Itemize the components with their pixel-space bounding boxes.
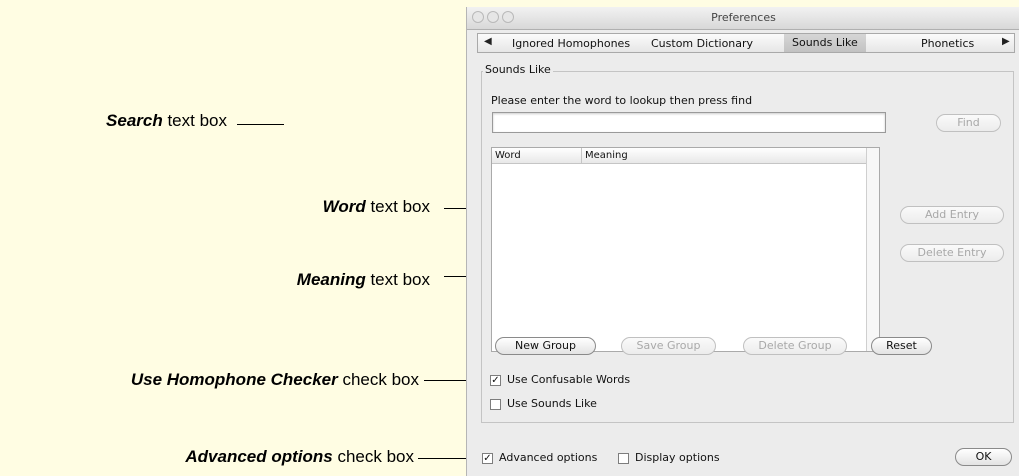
display-options-label: Display options bbox=[635, 451, 720, 464]
tab-sounds-like[interactable]: Sounds Like bbox=[784, 34, 866, 52]
callout-word-bold: Word bbox=[322, 197, 366, 216]
reset-button[interactable]: Reset bbox=[871, 337, 932, 355]
callout-search: Search text box bbox=[106, 111, 227, 131]
column-word[interactable]: Word bbox=[492, 148, 582, 163]
leader-search bbox=[237, 124, 284, 125]
callout-search-rest: text box bbox=[162, 111, 227, 130]
tab-ignored-homophones[interactable]: Ignored Homophones bbox=[512, 37, 630, 50]
callout-word: Word text box bbox=[323, 197, 430, 217]
use-sounds-like-checkbox[interactable] bbox=[490, 399, 501, 410]
sounds-like-table[interactable]: Word Meaning bbox=[491, 147, 880, 352]
ok-button[interactable]: OK bbox=[955, 448, 1012, 466]
callout-homophone-bold: Use Homophone Checker bbox=[130, 370, 338, 389]
sounds-like-group-title: Sounds Like bbox=[483, 63, 553, 76]
callout-advanced: Advanced options check box bbox=[185, 447, 414, 467]
table-header: Word Meaning bbox=[492, 148, 867, 164]
table-scrollbar[interactable] bbox=[866, 148, 879, 351]
lookup-prompt: Please enter the word to lookup then pre… bbox=[491, 94, 753, 107]
callout-advanced-rest: check box bbox=[332, 447, 414, 466]
advanced-options-label: Advanced options bbox=[499, 451, 598, 464]
column-meaning[interactable]: Meaning bbox=[581, 148, 865, 163]
find-button[interactable]: Find bbox=[936, 114, 1001, 132]
add-entry-button[interactable]: Add Entry bbox=[900, 206, 1004, 224]
callout-meaning-rest: text box bbox=[365, 270, 430, 289]
search-input[interactable] bbox=[492, 112, 886, 133]
callout-meaning: Meaning text box bbox=[297, 270, 430, 290]
titlebar: Preferences bbox=[467, 7, 1019, 30]
tab-scroll-left-icon[interactable]: ◀ bbox=[484, 36, 492, 47]
use-confusable-words-label: Use Confusable Words bbox=[507, 373, 631, 386]
callout-meaning-bold: Meaning bbox=[296, 270, 366, 289]
tab-custom-dictionary[interactable]: Custom Dictionary bbox=[651, 37, 753, 50]
callout-homophone: Use Homophone Checker check box bbox=[131, 370, 419, 390]
delete-entry-button[interactable]: Delete Entry bbox=[900, 244, 1004, 262]
save-group-button[interactable]: Save Group bbox=[621, 337, 716, 355]
tab-bar: ◀ Ignored Homophones Custom Dictionary S… bbox=[477, 33, 1015, 53]
new-group-button[interactable]: New Group bbox=[495, 337, 596, 355]
callout-search-bold: Search bbox=[106, 111, 163, 130]
callout-advanced-bold: Advanced options bbox=[185, 447, 333, 466]
display-options-checkbox[interactable] bbox=[618, 453, 629, 464]
tab-scroll-right-icon[interactable]: ▶ bbox=[1002, 36, 1010, 47]
advanced-options-checkbox[interactable]: ✓ bbox=[482, 453, 493, 464]
use-sounds-like-label: Use Sounds Like bbox=[507, 397, 597, 410]
window-title: Preferences bbox=[711, 11, 776, 24]
callout-word-rest: text box bbox=[365, 197, 430, 216]
tab-phonetics[interactable]: Phonetics bbox=[921, 37, 974, 50]
preferences-window: Preferences ◀ Ignored Homophones Custom … bbox=[466, 7, 1019, 476]
delete-group-button[interactable]: Delete Group bbox=[743, 337, 847, 355]
use-confusable-words-checkbox[interactable]: ✓ bbox=[490, 375, 501, 386]
callout-homophone-rest: check box bbox=[337, 370, 419, 389]
